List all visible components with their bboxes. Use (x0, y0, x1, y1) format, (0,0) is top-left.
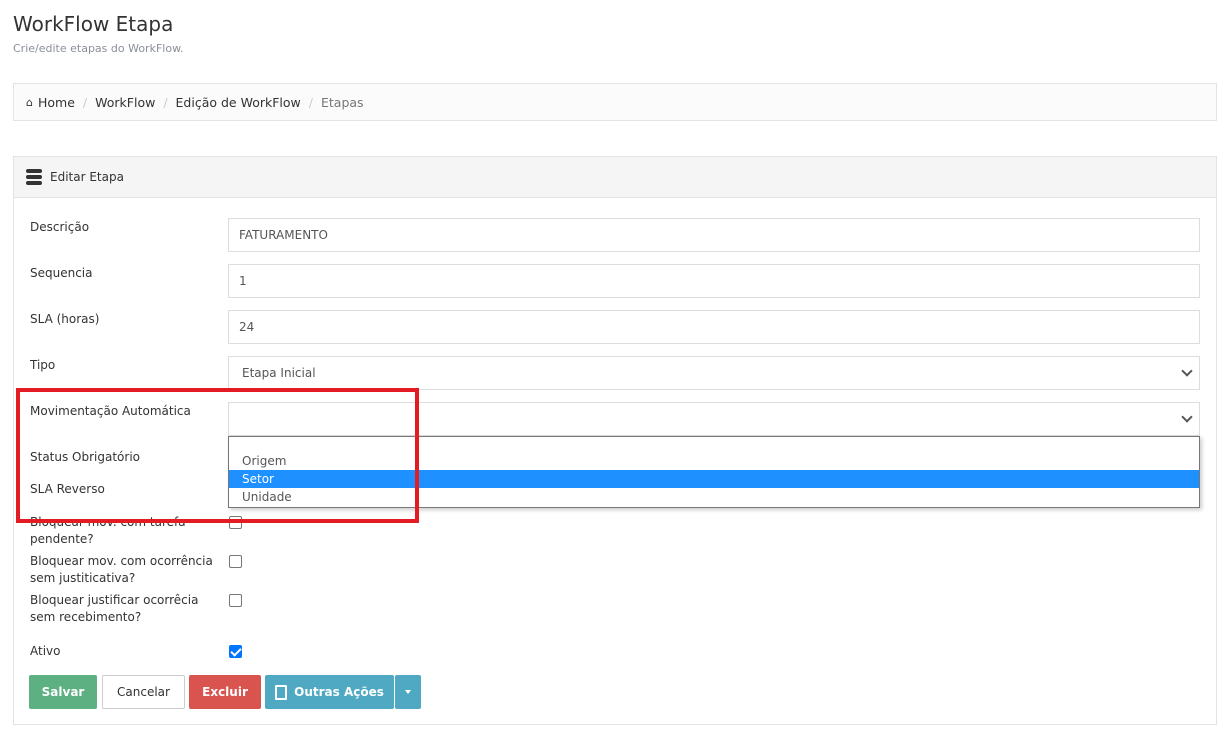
descricao-label: Descrição (30, 220, 90, 234)
chevron-down-icon (1181, 365, 1193, 377)
cancelar-button[interactable]: Cancelar (102, 675, 185, 709)
outras-acoes-button[interactable]: Outras Ações (265, 675, 394, 709)
bars-icon (26, 169, 42, 185)
caret-down-icon (405, 690, 411, 694)
bloquear-justificar-label: Bloquear justificar ocorrêcia sem recebim… (30, 593, 199, 624)
sla-label: SLA (horas) (30, 312, 100, 326)
bloquear-justificar-checkbox[interactable] (229, 594, 242, 607)
descricao-input[interactable]: FATURAMENTO (228, 218, 1200, 252)
ativo-checkbox[interactable] (229, 645, 242, 658)
tipo-label: Tipo (30, 358, 56, 372)
bloquear-ocorrencia-label: Bloquear mov. com ocorrência sem justitic… (30, 554, 213, 585)
chevron-down-icon (1181, 411, 1193, 423)
excluir-button[interactable]: Excluir (189, 675, 261, 709)
sequencia-input[interactable]: 1 (228, 264, 1200, 298)
panel-header: Editar Etapa (14, 157, 1216, 198)
sequencia-label: Sequencia (30, 266, 93, 280)
breadcrumb-home[interactable]: Home (38, 95, 75, 110)
annotation-highlight-box (16, 388, 419, 523)
tipo-value: Etapa Inicial (242, 366, 316, 380)
breadcrumb-workflow[interactable]: WorkFlow (95, 95, 155, 110)
sla-input[interactable]: 24 (228, 310, 1200, 344)
page-title: WorkFlow Etapa (13, 12, 174, 36)
panel-title: Editar Etapa (50, 170, 124, 184)
bloquear-ocorrencia-checkbox[interactable] (229, 555, 242, 568)
outras-acoes-dropdown-toggle[interactable] (395, 675, 421, 709)
page-subtitle: Crie/edite etapas do WorkFlow. (13, 42, 184, 55)
salvar-button[interactable]: Salvar (29, 675, 97, 709)
breadcrumb-etapas: Etapas (321, 94, 364, 110)
file-icon (275, 684, 288, 700)
home-icon: ⌂ (26, 95, 33, 109)
breadcrumb: ⌂ Home / WorkFlow / Edição de WorkFlow / Et… (13, 83, 1217, 121)
tipo-select[interactable]: Etapa Inicial (228, 356, 1200, 390)
ativo-label: Ativo (30, 644, 61, 658)
breadcrumb-edicao[interactable]: Edição de WorkFlow (176, 95, 301, 110)
